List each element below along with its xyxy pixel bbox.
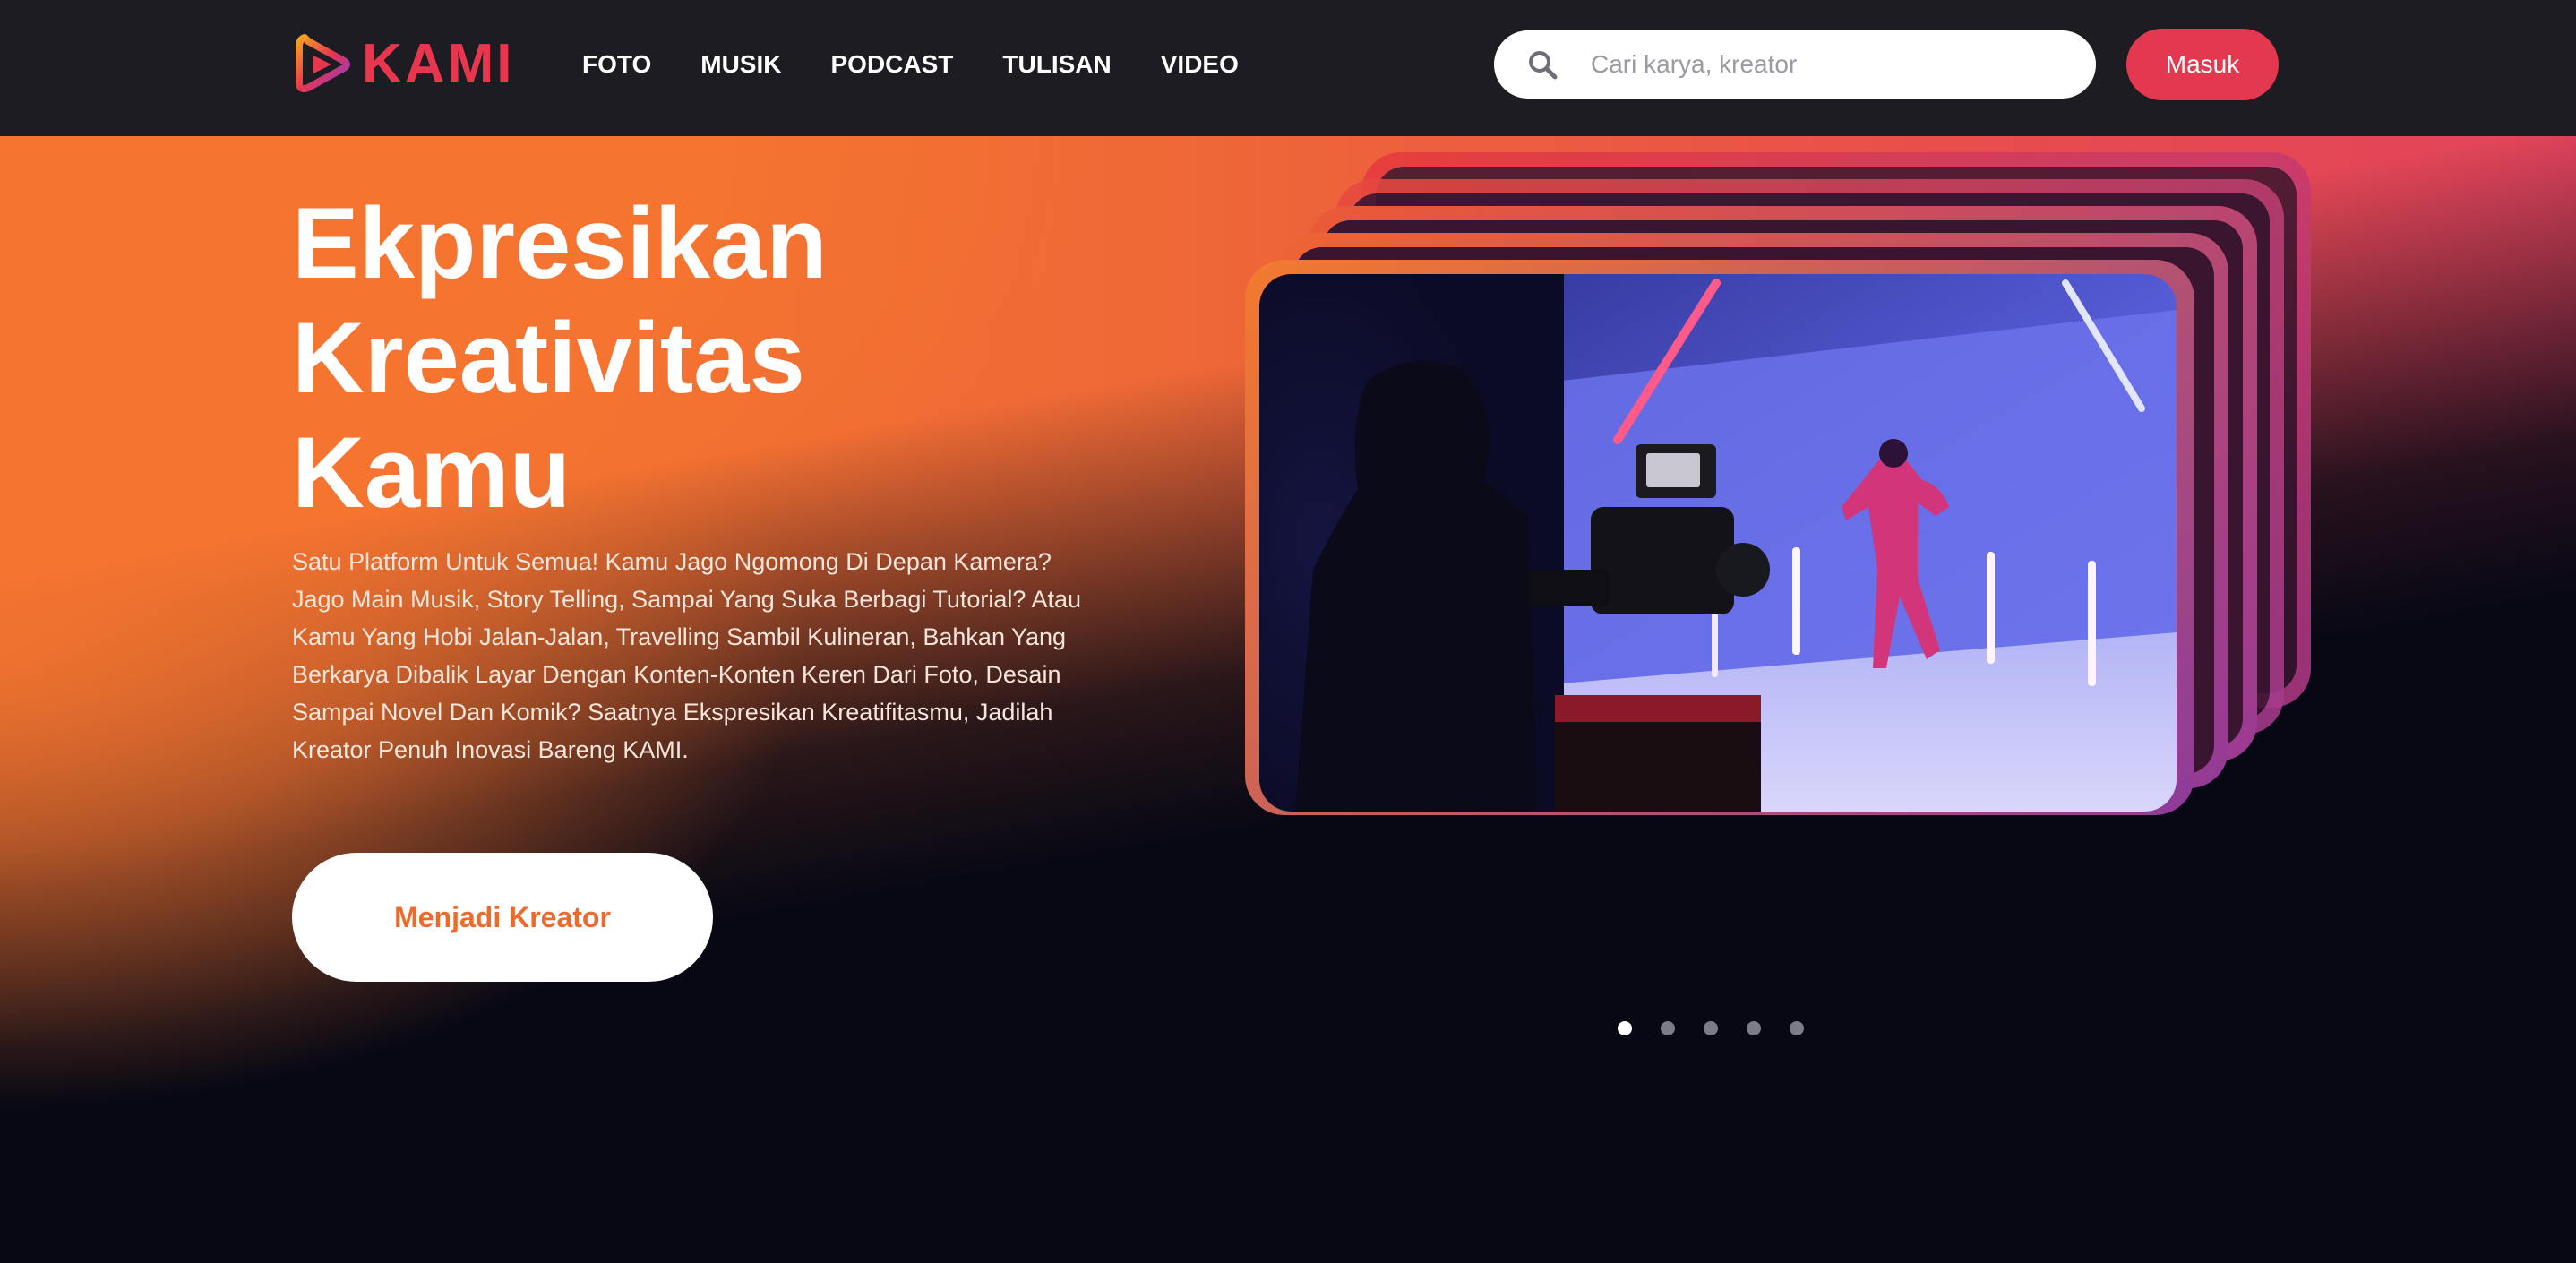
hero-title-line: Kamu [292, 417, 571, 528]
carousel-dot-3[interactable] [1704, 1021, 1718, 1035]
carousel-dot-4[interactable] [1747, 1021, 1761, 1035]
carousel-active-card[interactable] [1245, 260, 2194, 815]
carousel-dot-2[interactable] [1661, 1021, 1675, 1035]
studio-video-shoot-image [1259, 274, 2177, 812]
nav-item-podcast[interactable]: PODCAST [831, 48, 954, 81]
nav-item-tulisan[interactable]: TULISAN [1002, 48, 1111, 81]
hero-description: Satu Platform Untuk Semua! Kamu Jago Ngo… [292, 548, 1081, 763]
search-bar[interactable] [1494, 30, 2096, 99]
login-button[interactable]: Masuk [2126, 29, 2279, 100]
nav-item-foto[interactable]: FOTO [582, 48, 651, 81]
main-nav: FOTO MUSIK PODCAST TULISAN VIDEO [582, 48, 1239, 81]
hero-carousel[interactable] [1245, 152, 2311, 851]
become-creator-button[interactable]: Menjadi Kreator [292, 853, 713, 982]
hero-title-line: Kreativitas [292, 302, 805, 414]
nav-item-video[interactable]: VIDEO [1161, 48, 1239, 81]
hero-section: Ekpresikan Kreativitas Kamu Satu Platfor… [0, 136, 2576, 1263]
carousel-dot-1[interactable] [1618, 1021, 1632, 1035]
search-icon[interactable] [1526, 48, 1558, 81]
search-input[interactable] [1591, 50, 2057, 79]
carousel-dot-5[interactable] [1790, 1021, 1804, 1035]
nav-item-musik[interactable]: MUSIK [700, 48, 781, 81]
kami-logo[interactable]: KAMI [296, 29, 514, 100]
logo-text: KAMI [362, 33, 515, 95]
top-navigation-bar: KAMI FOTO MUSIK PODCAST TULISAN VIDEO Ma… [0, 0, 2576, 136]
hero-title: Ekpresikan Kreativitas Kamu [292, 186, 1098, 530]
hero-title-line: Ekpresikan [292, 187, 828, 299]
play-logo-icon [296, 34, 350, 93]
carousel-pagination [1618, 1021, 1804, 1035]
